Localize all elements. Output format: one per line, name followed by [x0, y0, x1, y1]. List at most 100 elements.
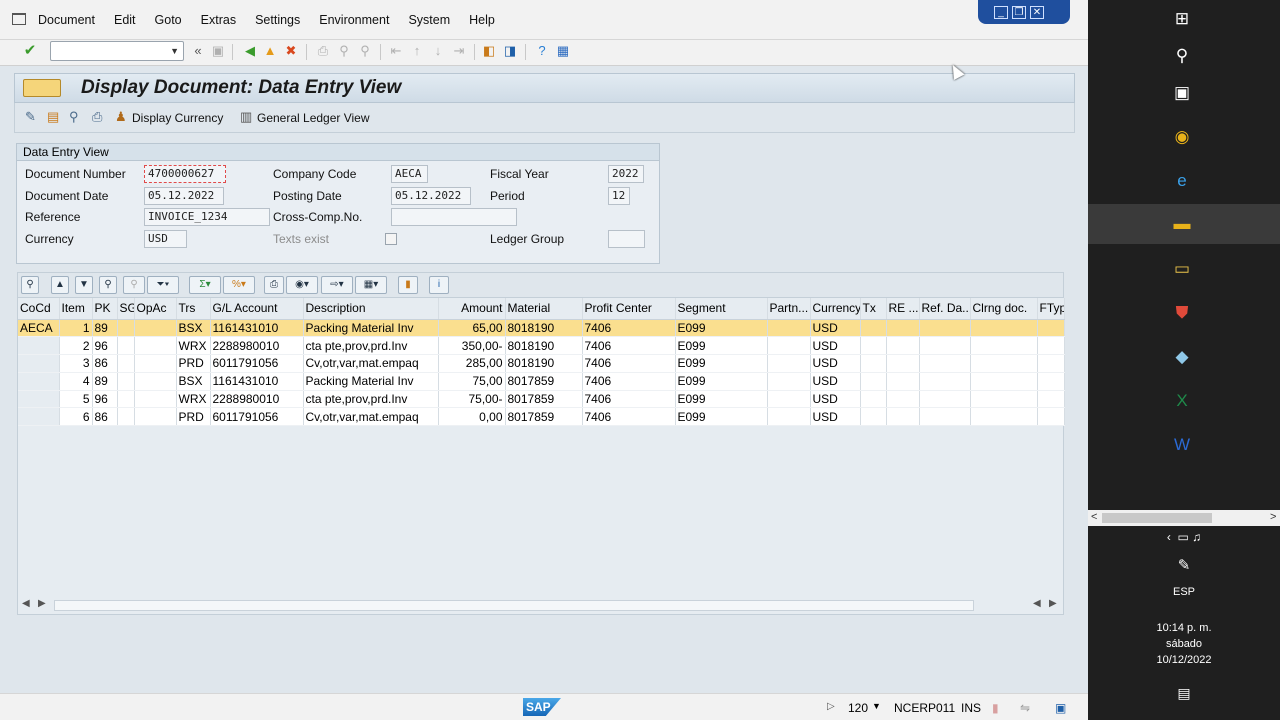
- command-field[interactable]: ▼: [50, 41, 184, 61]
- menu-environment[interactable]: Environment: [319, 13, 389, 27]
- cell-amount[interactable]: 0,00: [438, 407, 506, 427]
- subtotal-icon[interactable]: %▾: [223, 276, 255, 294]
- column-header[interactable]: Item: [59, 298, 93, 320]
- exit-icon[interactable]: ▲: [262, 43, 278, 59]
- scroll-left-icon[interactable]: ◀: [1033, 598, 1041, 609]
- cell-currency[interactable]: USD: [810, 390, 861, 409]
- cell-empty[interactable]: [970, 354, 1038, 373]
- column-header[interactable]: OpAc: [134, 298, 177, 320]
- cell-pk[interactable]: 86: [92, 354, 118, 373]
- cell-segment[interactable]: E099: [675, 390, 768, 409]
- company-code-field[interactable]: AECA: [391, 165, 428, 183]
- cell-material[interactable]: 8017859: [505, 390, 583, 409]
- print-preview-icon[interactable]: ⎙: [92, 109, 102, 125]
- chevron-down-icon[interactable]: ▼: [872, 701, 881, 711]
- cell-segment[interactable]: E099: [675, 319, 768, 338]
- display-currency-button[interactable]: Display Currency: [132, 111, 223, 125]
- info-icon[interactable]: i: [429, 276, 449, 294]
- change-icon[interactable]: ✎: [25, 109, 36, 125]
- column-header[interactable]: Currency: [810, 298, 861, 320]
- cell-empty[interactable]: [1037, 336, 1065, 356]
- menu-settings[interactable]: Settings: [255, 13, 300, 27]
- scrollbar-thumb[interactable]: [54, 600, 974, 611]
- cell-empty[interactable]: [860, 390, 887, 409]
- search-icon[interactable]: ⚲: [1170, 44, 1194, 68]
- file-explorer-icon[interactable]: ▭: [1170, 257, 1194, 281]
- cell-trs[interactable]: BSX: [176, 372, 211, 391]
- status-expand-icon[interactable]: ▷: [827, 701, 835, 712]
- ledger-group-field[interactable]: [608, 230, 645, 248]
- cell-empty[interactable]: [886, 372, 920, 391]
- cell-empty[interactable]: [1037, 390, 1065, 409]
- cell-item[interactable]: 6: [59, 407, 93, 427]
- cell-currency[interactable]: USD: [810, 354, 861, 373]
- column-header[interactable]: Ref. Da...: [919, 298, 971, 320]
- column-header[interactable]: RE ...: [886, 298, 920, 320]
- cell-pc[interactable]: 7406: [582, 336, 676, 356]
- menu-icon[interactable]: [12, 13, 26, 25]
- cell-cocd[interactable]: [18, 354, 60, 373]
- cell-desc[interactable]: Packing Material Inv: [303, 319, 439, 338]
- back-icon[interactable]: ◀: [242, 43, 258, 59]
- enter-icon[interactable]: ✔: [22, 43, 38, 59]
- views-icon[interactable]: ◉▾: [286, 276, 318, 294]
- menu-edit[interactable]: Edit: [114, 13, 136, 27]
- help-icon[interactable]: ?: [534, 43, 550, 59]
- cell-pc[interactable]: 7406: [582, 354, 676, 373]
- column-header[interactable]: G/L Account: [210, 298, 304, 320]
- find-next-icon[interactable]: ⚲: [357, 43, 373, 59]
- cell-empty[interactable]: [1037, 407, 1065, 427]
- cell-desc[interactable]: cta pte,prov,prd.Inv: [303, 390, 439, 409]
- cell-gl[interactable]: 6011791056: [210, 407, 304, 427]
- cell-pk[interactable]: 86: [92, 407, 118, 427]
- table-row[interactable]: AECA 1 89 BSX 1161431010 Packing Material Inv…: [18, 319, 1065, 338]
- cell-pk[interactable]: 89: [92, 372, 118, 391]
- minimize-button[interactable]: _: [994, 5, 1008, 19]
- sap-logon-icon[interactable]: ▬: [1170, 212, 1194, 236]
- security-app-icon[interactable]: ⛊: [1170, 301, 1194, 325]
- table-row[interactable]: 4 89 BSX 1161431010 Packing Material Inv 75,0…: [18, 372, 1065, 391]
- word-icon[interactable]: W: [1170, 433, 1194, 457]
- ledger-icon[interactable]: ▥: [240, 109, 252, 125]
- cell-currency[interactable]: USD: [810, 372, 861, 391]
- cell-partn[interactable]: [767, 407, 811, 427]
- notepad-icon[interactable]: ◆: [1170, 345, 1194, 369]
- cell-empty[interactable]: [886, 390, 920, 409]
- cell-empty[interactable]: [970, 336, 1038, 356]
- cell-trs[interactable]: PRD: [176, 407, 211, 427]
- column-header[interactable]: Tx: [860, 298, 887, 320]
- cell-opac[interactable]: [134, 390, 177, 409]
- cell-item[interactable]: 5: [59, 390, 93, 409]
- cell-empty[interactable]: [886, 407, 920, 427]
- cell-pc[interactable]: 7406: [582, 372, 676, 391]
- cell-empty[interactable]: [860, 407, 887, 427]
- cell-amount[interactable]: 285,00: [438, 354, 506, 373]
- column-header[interactable]: Partn...: [767, 298, 811, 320]
- cell-trs[interactable]: WRX: [176, 390, 211, 409]
- chevron-down-icon[interactable]: ▼: [170, 46, 179, 56]
- taskbar-scrollbar[interactable]: < >: [1088, 510, 1280, 526]
- cell-trs[interactable]: PRD: [176, 354, 211, 373]
- restore-button[interactable]: ❐: [1012, 5, 1026, 19]
- find-icon[interactable]: ⚲: [336, 43, 352, 59]
- cell-opac[interactable]: [134, 354, 177, 373]
- column-header[interactable]: FTyp: [1037, 298, 1065, 320]
- posting-date-field[interactable]: 05.12.2022: [391, 187, 471, 205]
- column-header[interactable]: Amount: [438, 298, 506, 320]
- first-page-icon[interactable]: ⇤: [388, 43, 404, 59]
- cell-sg[interactable]: [117, 407, 135, 427]
- cell-item[interactable]: 1: [59, 319, 93, 338]
- cell-segment[interactable]: E099: [675, 372, 768, 391]
- cell-cocd[interactable]: [18, 372, 60, 391]
- input-language[interactable]: ESP: [1088, 586, 1280, 598]
- cell-empty[interactable]: [970, 319, 1038, 338]
- other-document-icon[interactable]: ▤: [47, 109, 59, 125]
- cell-pk[interactable]: 96: [92, 336, 118, 356]
- clock-date[interactable]: 10/12/2022: [1088, 654, 1280, 666]
- scroll-left-icon[interactable]: <: [1091, 511, 1097, 523]
- cell-empty[interactable]: [1037, 354, 1065, 373]
- cell-empty[interactable]: [860, 372, 887, 391]
- column-header[interactable]: SG: [117, 298, 135, 320]
- scrollbar-thumb[interactable]: [1102, 513, 1212, 523]
- sort-ascending-icon[interactable]: ▲: [51, 276, 69, 294]
